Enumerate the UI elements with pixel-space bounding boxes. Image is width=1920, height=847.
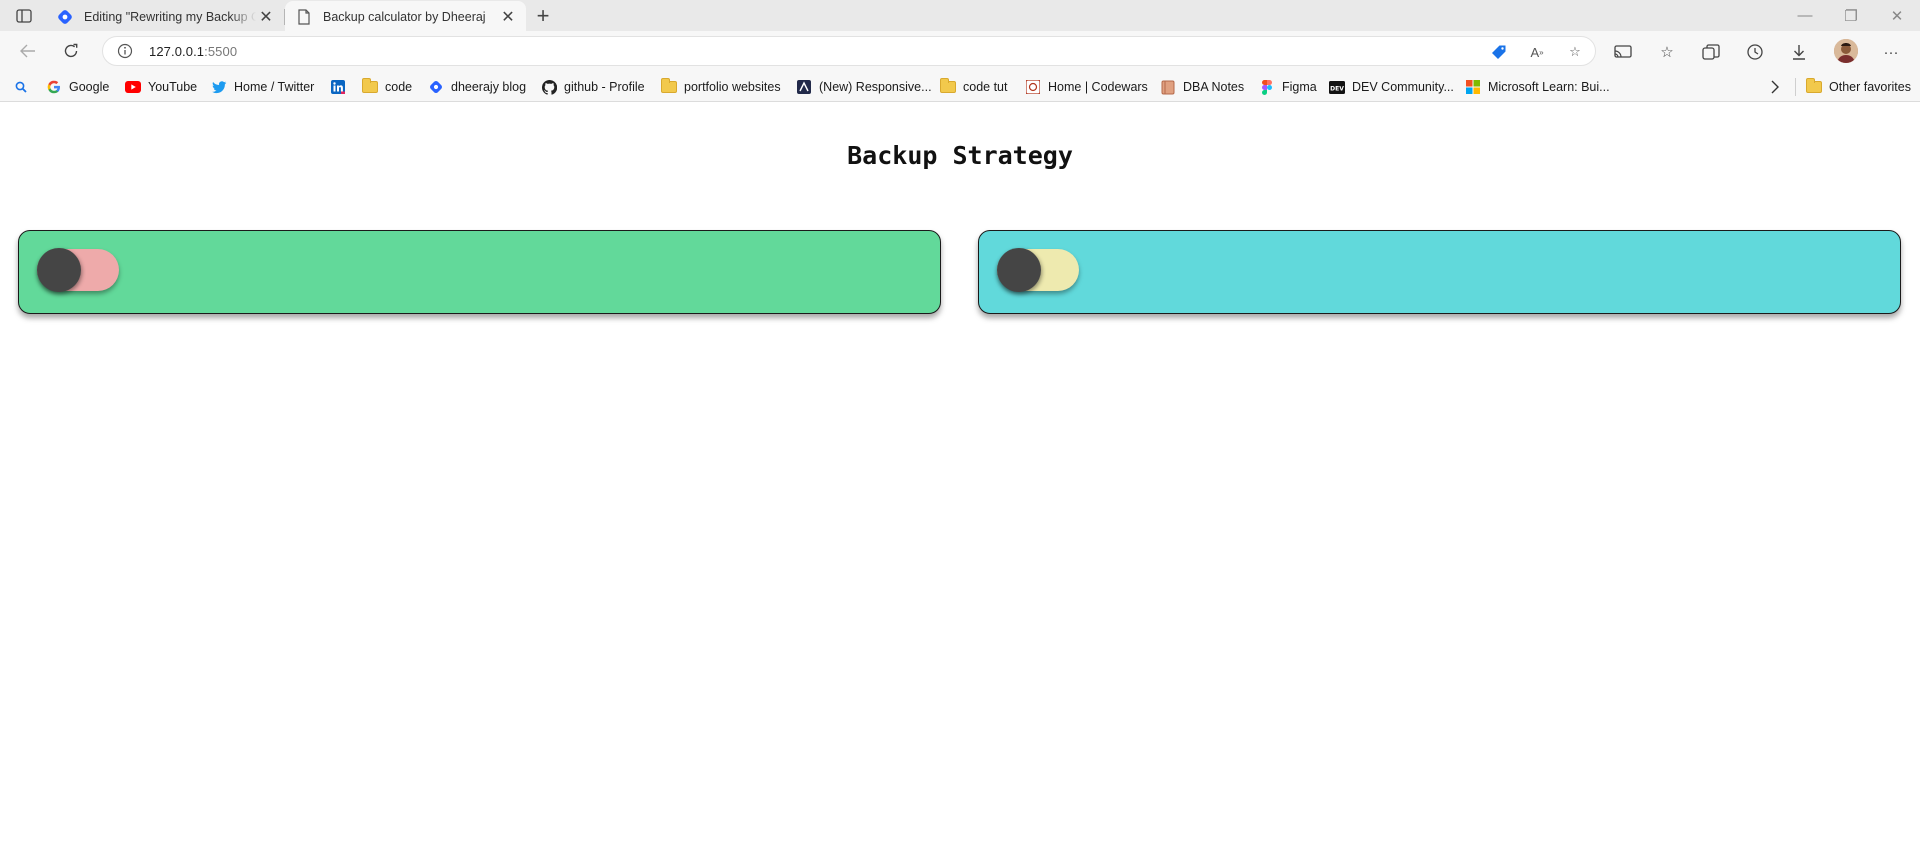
bookmark-youtube[interactable]: YouTube xyxy=(125,77,197,97)
tab-actions-icon[interactable] xyxy=(10,4,38,28)
codewars-icon xyxy=(1025,79,1041,95)
other-favorites-label: Other favorites xyxy=(1829,80,1911,94)
bookmark-twitter[interactable]: Home / Twitter xyxy=(211,77,314,97)
search-icon xyxy=(13,79,29,95)
hashnode-icon xyxy=(428,79,444,95)
read-aloud-icon[interactable]: A» xyxy=(1527,42,1547,62)
url-host: 127.0.0.1 xyxy=(149,44,205,59)
downloads-icon[interactable] xyxy=(1788,41,1810,63)
bookmark-dev-community[interactable]: DEV DEV Community... xyxy=(1329,77,1454,97)
toggle-switch-right[interactable] xyxy=(997,248,1079,292)
url-port: :5500 xyxy=(204,44,238,59)
browser-toolbar: 127.0.0.1:5500 A» ☆ ☆ ··· xyxy=(0,31,1920,71)
bookmark-label: github - Profile xyxy=(564,80,645,94)
tab-title: Editing "Rewriting my Backup Calculator" xyxy=(84,10,256,24)
bookmark-label: Microsoft Learn: Bui... xyxy=(1488,80,1610,94)
address-bar[interactable]: 127.0.0.1:5500 A» ☆ xyxy=(102,36,1596,66)
bookmark-label: DEV Community... xyxy=(1352,80,1454,94)
folder-icon xyxy=(940,78,956,95)
cast-icon[interactable] xyxy=(1612,41,1634,63)
collections-icon[interactable] xyxy=(1700,41,1722,63)
linkedin-icon xyxy=(330,79,346,95)
youtube-icon xyxy=(125,79,141,95)
bookmark-folder-code[interactable]: code xyxy=(362,77,412,97)
bookmark-codewars[interactable]: Home | Codewars xyxy=(1025,77,1148,97)
dev-icon: DEV xyxy=(1329,79,1345,95)
strategy-card-right xyxy=(978,230,1901,314)
restore-icon[interactable]: ❐ xyxy=(1828,0,1874,31)
back-arrow-icon[interactable] xyxy=(13,37,43,65)
tab-title: Backup calculator by Dheeraj xyxy=(323,9,486,24)
hashnode-icon xyxy=(56,8,74,26)
page-content: Backup Strategy xyxy=(0,103,1920,847)
folder-icon xyxy=(362,78,378,95)
bookmarks-divider xyxy=(1795,78,1796,96)
chevron-right-icon[interactable] xyxy=(1770,77,1780,97)
favorites-icon[interactable]: ☆ xyxy=(1656,41,1678,63)
bookmark-label: YouTube xyxy=(148,80,198,94)
bookmark-label: code xyxy=(385,80,413,94)
frontendmentor-icon xyxy=(796,79,812,95)
toggle-knob[interactable] xyxy=(37,248,81,292)
bookmark-dheerajy-blog[interactable]: dheerajy blog xyxy=(428,77,526,97)
bookmark-label: DBA Notes xyxy=(1183,80,1245,94)
bookmark-frontend-mentor[interactable]: (New) Responsive... xyxy=(796,77,932,97)
url-text[interactable]: 127.0.0.1:5500 xyxy=(149,44,237,59)
bookmark-label: Home | Codewars xyxy=(1048,80,1148,94)
more-menu-icon[interactable]: ··· xyxy=(1880,41,1902,63)
bookmark-label: Home / Twitter xyxy=(234,80,315,94)
tab-strip: Editing "Rewriting my Backup Calculator"… xyxy=(0,0,1920,32)
toggle-knob[interactable] xyxy=(997,248,1041,292)
tab-editing[interactable]: Editing "Rewriting my Backup Calculator"… xyxy=(46,2,284,32)
bookmark-linkedin[interactable] xyxy=(330,77,353,97)
profile-avatar[interactable] xyxy=(1834,39,1858,63)
toggle-switch-left[interactable] xyxy=(37,248,119,292)
bookmark-microsoft-learn[interactable]: Microsoft Learn: Bui... xyxy=(1465,77,1610,97)
folder-icon xyxy=(661,78,677,95)
shopping-tag-icon[interactable] xyxy=(1489,42,1509,62)
github-icon xyxy=(541,79,557,95)
bookmark-folder-code-tut[interactable]: code tut xyxy=(940,77,1007,97)
bookmark-label: Google xyxy=(69,80,110,94)
close-window-icon[interactable]: ✕ xyxy=(1874,0,1920,31)
figma-icon xyxy=(1259,79,1275,95)
info-icon[interactable] xyxy=(117,43,133,59)
page-title: Backup Strategy xyxy=(847,141,1073,170)
add-favorite-icon[interactable]: ☆ xyxy=(1565,42,1585,62)
bookmark-github[interactable]: github - Profile xyxy=(541,77,645,97)
tab-backup-calculator[interactable]: Backup calculator by Dheeraj ✕ xyxy=(285,1,526,32)
refresh-icon[interactable] xyxy=(56,37,86,65)
favorites-bar: Google YouTube Home / Twitter code dheer… xyxy=(0,71,1920,102)
bookmark-label: Figma xyxy=(1282,80,1317,94)
strategy-card-left xyxy=(18,230,941,314)
svg-text:DEV: DEV xyxy=(1330,85,1344,92)
google-icon xyxy=(46,79,62,95)
notebook-icon xyxy=(1160,79,1176,95)
bookmark-search[interactable] xyxy=(13,77,36,97)
microsoft-icon xyxy=(1465,79,1481,95)
folder-icon xyxy=(1806,78,1822,95)
bookmark-label: dheerajy blog xyxy=(451,80,527,94)
minimize-icon[interactable]: — xyxy=(1782,0,1828,31)
bookmark-label: portfolio websites xyxy=(684,80,781,94)
bookmark-google[interactable]: Google xyxy=(46,77,109,97)
bookmark-folder-portfolio[interactable]: portfolio websites xyxy=(661,77,781,97)
page-icon xyxy=(295,8,313,26)
window-controls: — ❐ ✕ xyxy=(1782,0,1920,31)
bookmark-label: (New) Responsive... xyxy=(819,80,932,94)
twitter-icon xyxy=(211,79,227,95)
close-icon[interactable]: ✕ xyxy=(256,7,276,27)
bookmark-other-favorites[interactable]: Other favorites xyxy=(1806,77,1911,97)
bookmark-figma[interactable]: Figma xyxy=(1259,77,1317,97)
bookmark-dba-notes[interactable]: DBA Notes xyxy=(1160,77,1244,97)
bookmark-label: code tut xyxy=(963,80,1008,94)
new-tab-icon[interactable]: + xyxy=(530,3,556,28)
history-icon[interactable] xyxy=(1744,41,1766,63)
close-icon[interactable]: ✕ xyxy=(498,7,518,27)
